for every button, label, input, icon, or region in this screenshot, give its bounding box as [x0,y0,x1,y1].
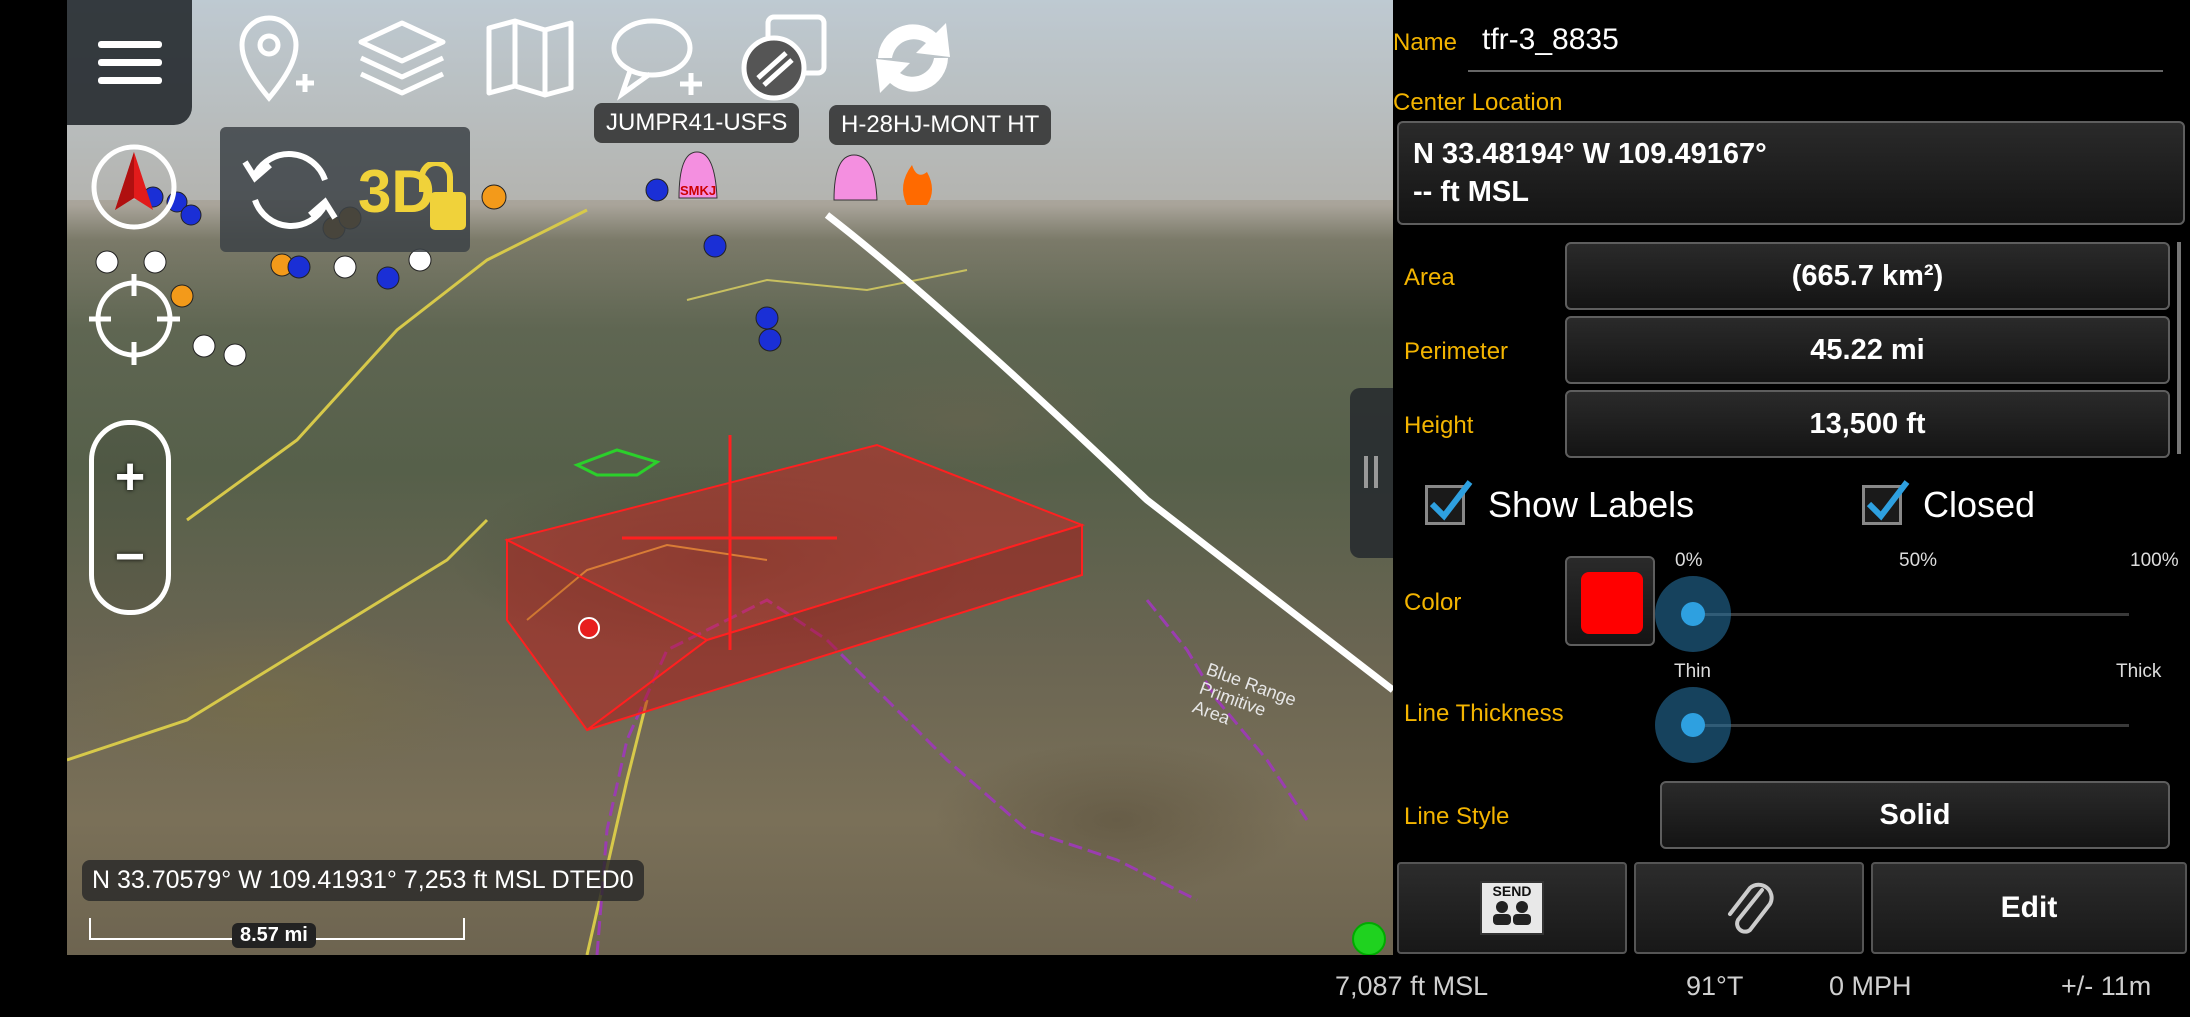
opacity-tick-0: 0% [1675,550,1703,571]
add-point-icon [239,15,314,102]
opacity-slider-thumb[interactable] [1655,576,1731,652]
cursor-coordinate-readout: N 33.70579° W 109.41931° 7,253 ft MSL DT… [82,860,644,901]
line-style-label: Line Style [1404,803,1510,830]
closed-checkbox[interactable] [1862,480,1910,525]
height-label: Height [1404,412,1474,439]
send-icon: SEND [1480,881,1544,935]
panel-scrollbar[interactable] [2177,242,2181,454]
smokejumper-marker-label: SMKJ [680,183,717,198]
color-swatch [1581,572,1643,634]
show-labels-label: Show Labels [1488,484,1695,525]
shape-details-panel: Name tfr-3_8835 Center Location N 33.481… [1393,0,2190,955]
gps-status-bar: 7,087 ft MSL 91°T 0 MPH +/- 11m [0,955,2190,1017]
map-icon [486,18,574,98]
center-altitude: -- ft MSL [1413,176,1529,208]
scale-label: 8.57 mi [232,923,316,948]
center-location-label: Center Location [1393,89,1563,116]
line-style-dropdown[interactable]: Solid [1660,781,2170,849]
menu-icon [97,40,162,84]
send-icon-label: SEND [1492,883,1532,899]
line-thickness-label: Line Thickness [1404,700,1564,727]
opacity-tick-100: 100% [2130,550,2179,571]
area-label: Area [1404,264,1455,291]
opacity-tick-50: 50% [1899,550,1938,571]
lock-icon [419,162,466,230]
center-coordinates: N 33.48194° W 109.49167° [1413,138,1767,170]
compass-icon [91,144,177,230]
send-button[interactable]: SEND [1397,862,1627,954]
perimeter-value[interactable]: 45.22 mi [1565,316,2170,384]
show-labels-checkbox[interactable] [1425,480,1473,525]
callsign-label-jumpr41[interactable]: JUMPR41-USFS [594,103,800,143]
closed-label: Closed [1923,484,2036,525]
locate-me-button[interactable] [87,272,182,367]
add-point-button[interactable] [224,8,324,108]
people-icon [1493,901,1531,925]
zoom-control: + − [89,420,171,615]
name-field[interactable]: tfr-3_8835 [1468,18,2163,72]
color-picker-button[interactable] [1565,556,1655,646]
height-value[interactable]: 13,500 ft [1565,390,2170,458]
overlay-icon [741,14,826,101]
rotate-icon [242,151,338,229]
crosshair-icon [89,274,180,365]
thickness-tick-thick: Thick [2116,661,2162,682]
thickness-slider-thumb[interactable] [1655,687,1731,763]
add-chat-icon [611,18,702,101]
area-value[interactable]: (665.7 km²) [1565,242,2170,310]
map-button[interactable] [480,8,580,108]
status-heading: 91°T [1686,971,1744,1001]
paperclip-icon [1728,882,1774,934]
status-accuracy: +/- 11m [2061,971,2152,1001]
thickness-slider-track[interactable] [1693,724,2129,727]
zoom-in-button[interactable]: + [94,451,166,503]
callsign-label-h28hj[interactable]: H-28HJ-MONT HT [829,105,1052,145]
attach-button[interactable] [1634,862,1864,954]
orientation-lock-panel[interactable]: 3D [220,127,470,252]
thickness-tick-thin: Thin [1674,661,1711,682]
panel-resize-handle[interactable] [1350,388,1393,558]
overlay-button[interactable] [735,8,835,108]
sync-icon [876,23,950,93]
map-view[interactable]: SMKJ Blue Range Primitive Area JUMPR41-U… [67,0,1393,955]
layers-button[interactable] [352,8,452,108]
menu-button[interactable] [67,0,192,125]
edit-button[interactable]: Edit [1871,862,2187,954]
zoom-out-button[interactable]: − [94,531,166,583]
checkmark-icon [1866,480,1910,521]
checkmark-icon [1429,480,1473,521]
perimeter-label: Perimeter [1404,338,1509,365]
name-label: Name [1393,29,1458,56]
connection-status-indicator[interactable] [1352,922,1386,955]
center-location-button[interactable]: N 33.48194° W 109.49167° -- ft MSL [1397,121,2185,225]
add-chat-button[interactable] [607,8,707,108]
status-speed: 0 MPH [1829,971,1912,1001]
compass-button[interactable] [87,140,182,235]
layers-icon [358,20,446,96]
color-label: Color [1404,589,1462,616]
status-altitude: 7,087 ft MSL [1335,971,1489,1001]
sync-button[interactable] [863,8,963,108]
opacity-slider-track[interactable] [1693,613,2129,616]
